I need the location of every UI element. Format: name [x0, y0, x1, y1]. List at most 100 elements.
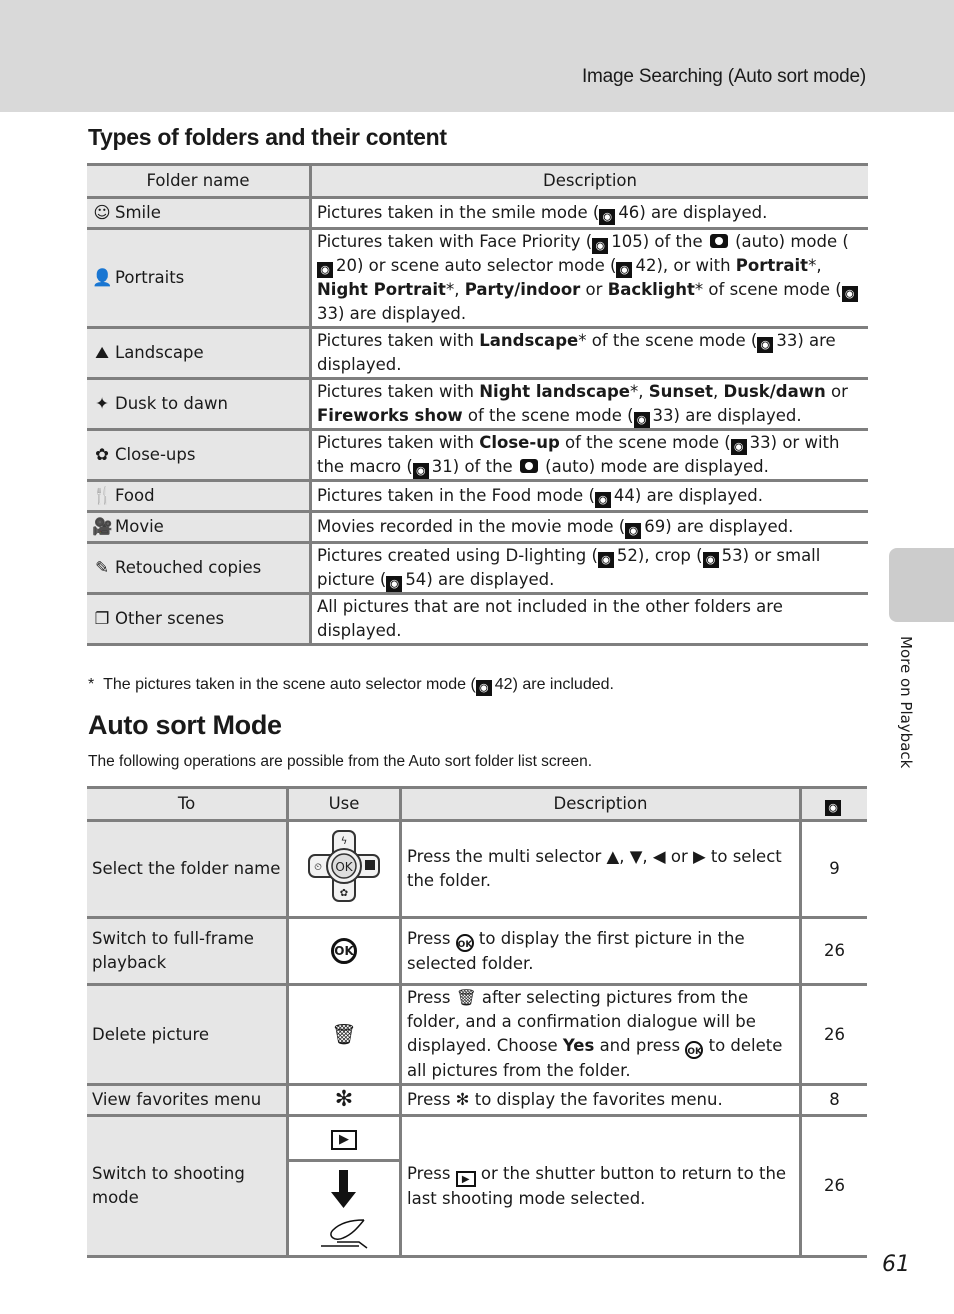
reference-icon: ◉	[594, 492, 611, 508]
operation-reference-page: 26	[799, 916, 867, 986]
footnote-text: The pictures taken in the scene auto sel…	[103, 676, 614, 696]
operation-to: Switch to full-frame playback	[87, 916, 288, 986]
folder-description: Pictures taken with Landscape* of the sc…	[309, 326, 868, 380]
folders-table: Folder name Description ☺ Smile Pictures t…	[87, 163, 868, 646]
text-run: Press	[407, 1090, 456, 1109]
page-reference[interactable]: ◉ 53	[702, 546, 743, 568]
text-run: ) are displayed.	[634, 486, 763, 505]
page-reference[interactable]: ◉ 54	[386, 570, 427, 592]
page-reference[interactable]: ◉ 42	[616, 256, 657, 278]
page-reference[interactable]: ◉ 44	[594, 486, 635, 508]
running-header: Image Searching (Auto sort mode)	[581, 66, 866, 87]
folder-row: ✎ Retouched copies Pictures created using …	[87, 541, 868, 595]
portrait-icon: 👤	[92, 268, 113, 287]
retouch-icon: ✎	[95, 558, 109, 577]
operation-row: View favorites menu ✻ Press ✻ to display t…	[87, 1083, 867, 1117]
operation-description: Press 🗑 after selecting pictures from th…	[399, 983, 801, 1086]
text-run: and press	[594, 1036, 686, 1055]
reference-icon: ◉	[475, 680, 492, 696]
page-reference[interactable]: ◉ 46	[599, 203, 639, 225]
reference-page: 31	[431, 457, 453, 476]
column-header-to: To	[87, 786, 288, 822]
text-run: ) are displayed.	[338, 304, 467, 323]
reference-page: 33	[776, 331, 798, 350]
svg-text:⏲: ⏲	[314, 862, 322, 873]
ok-button-icon: OK	[331, 938, 357, 964]
reference-page: 105	[611, 232, 643, 251]
folder-name: Movie	[115, 517, 164, 536]
text-run: Pictures taken in the smile mode (	[317, 203, 600, 222]
page-title: Auto sort Mode	[88, 710, 282, 740]
page-reference[interactable]: ◉ 20	[317, 256, 357, 278]
text-run: Pictures taken with	[317, 382, 480, 401]
text-run: (auto) mode (	[729, 232, 849, 251]
page-reference[interactable]: ◉ 52	[597, 546, 638, 568]
reference-icon: ◉	[412, 463, 429, 479]
playback-button-icon: ▶	[331, 1130, 357, 1150]
playback-button-icon: ▶	[455, 1170, 476, 1187]
bold-term: Backlight	[607, 280, 695, 299]
text-run: of the scene mode (	[559, 433, 731, 452]
svg-text:✿: ✿	[340, 888, 348, 899]
text-run: *,	[445, 280, 465, 299]
bold-term: Night landscape	[479, 382, 630, 401]
reference-page: 42	[494, 676, 513, 693]
side-tab-label: More on Playback	[897, 636, 915, 769]
page-number: 61	[882, 1252, 910, 1277]
page-reference[interactable]: ◉ 69	[625, 517, 665, 539]
text-run: *,	[808, 256, 822, 275]
shutter-button-cell	[289, 1162, 399, 1255]
operation-use: ✻	[286, 1083, 401, 1117]
folder-name-cell: 🎥 Movie	[87, 510, 311, 544]
side-tab[interactable]	[889, 548, 954, 622]
footnote-mark: *	[88, 676, 95, 693]
reference-icon: ◉	[757, 337, 774, 353]
reference-icon: ◉	[317, 262, 333, 278]
text-run: Pictures taken with Face Priority (	[317, 232, 593, 251]
folder-row: ☺ Smile Pictures taken in the smile mode (…	[87, 196, 868, 230]
food-icon: 🍴	[92, 486, 113, 505]
bold-term: Yes	[562, 1036, 595, 1055]
operation-to: Switch to shooting mode	[87, 1114, 288, 1258]
operation-use: 🗑	[286, 983, 401, 1086]
svg-text:OK: OK	[335, 860, 353, 874]
text-run: Pictures taken with	[317, 331, 480, 350]
text-run: *,	[630, 382, 649, 401]
text-run: ), or with	[656, 256, 736, 275]
text-run: ) of the	[452, 457, 518, 476]
reference-icon: ◉	[633, 412, 650, 428]
folder-name-cell: ⛰ Landscape	[87, 326, 311, 380]
trash-icon: 🗑	[455, 988, 477, 1007]
reference-page: 42	[635, 256, 657, 275]
page-reference[interactable]: ◉33	[757, 331, 798, 353]
folder-description: Pictures taken with Face Priority (◉ 105)…	[309, 227, 868, 329]
operation-reference-page: 8	[799, 1083, 867, 1117]
operation-reference-page: 26	[799, 983, 867, 1086]
text-run: Press	[407, 928, 456, 948]
intro-text: The following operations are possible fr…	[88, 753, 593, 770]
ok-button-icon: OK	[455, 933, 474, 952]
page-reference[interactable]: ◉ 31	[412, 457, 453, 479]
operations-table: To Use Description ◉ Select the folder n…	[87, 786, 867, 1258]
folder-name: Dusk to dawn	[115, 394, 228, 413]
text-run: (auto) mode are displayed.	[539, 457, 769, 476]
folder-name: Retouched copies	[115, 558, 262, 577]
page-reference[interactable]: ◉33	[633, 406, 674, 428]
folder-description: Pictures taken with Close-up of the scen…	[309, 428, 868, 482]
text-run: ) of the	[642, 232, 708, 251]
reference-page: 54	[405, 570, 427, 589]
text-run: Press	[407, 988, 456, 1007]
text-run: Pictures created using D-lighting (	[317, 546, 598, 565]
reference-icon: ◉	[616, 262, 633, 278]
text-run: of the scene mode (	[462, 406, 634, 425]
folder-description: Pictures taken with Night landscape*, Su…	[309, 377, 868, 431]
operation-description: Press ✻ to display the favorites menu.	[399, 1083, 801, 1117]
text-run: All pictures that are not included in th…	[317, 597, 783, 640]
page-reference[interactable]: ◉33	[730, 433, 771, 455]
page-reference[interactable]: ◉ 105	[592, 232, 643, 254]
camera-icon	[709, 234, 728, 248]
operation-description: Press ▶ or the shutter button to return …	[399, 1114, 801, 1258]
column-header-use: Use	[286, 786, 401, 822]
page-reference[interactable]: ◉ 42	[475, 676, 513, 696]
operation-row: Delete picture 🗑 Press 🗑 after selecting p…	[87, 983, 867, 1086]
